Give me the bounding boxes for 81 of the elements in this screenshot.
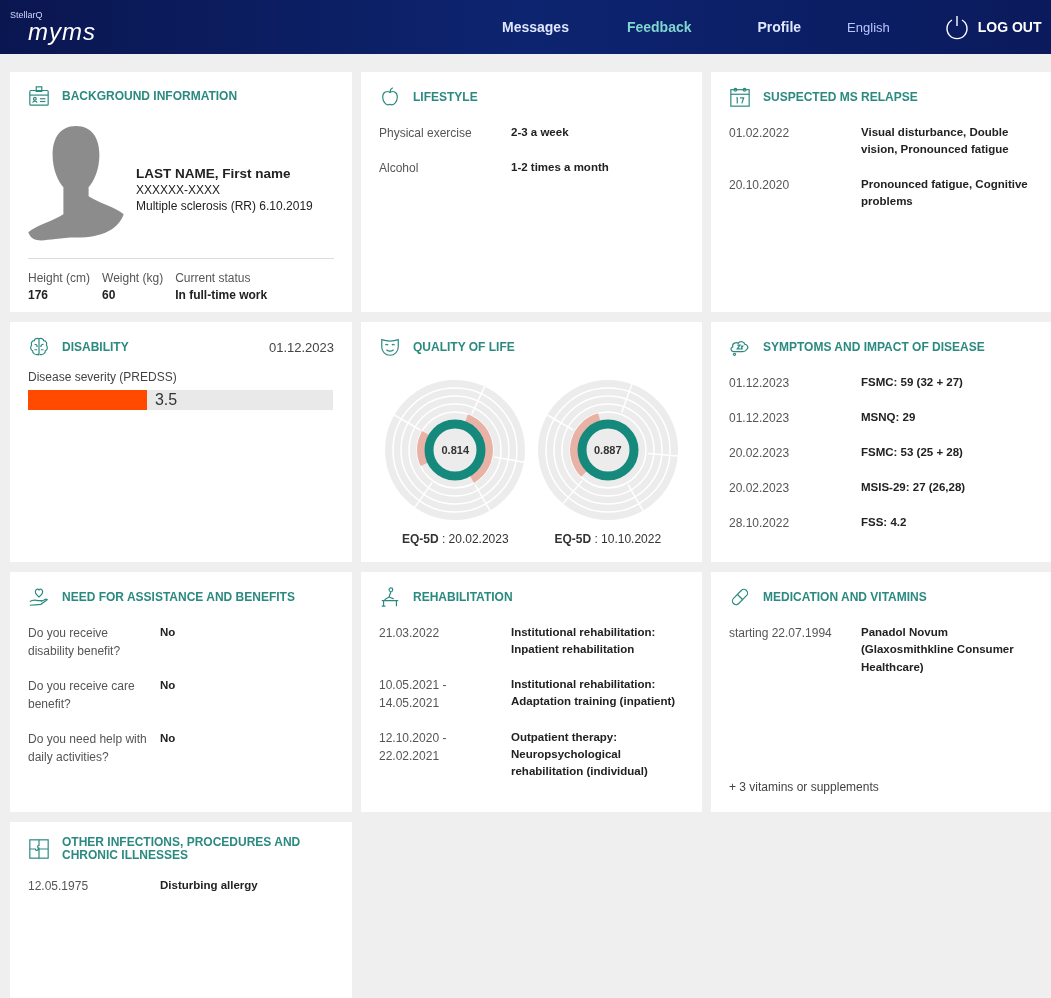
dimension-segment — [417, 431, 430, 467]
row-value: FSS: 4.2 — [861, 515, 908, 530]
row-value: 2-3 a week — [511, 125, 570, 140]
hand-heart-icon — [28, 586, 50, 608]
calendar-icon — [729, 86, 751, 108]
row-label: 28.10.2022 — [729, 515, 791, 532]
brand-small: StellarQ — [10, 10, 44, 20]
card-title: BACKGROUND INFORMATION — [62, 89, 239, 103]
row-label: 12.10.2020 - 22.02.2021 — [379, 729, 448, 765]
apple-icon — [379, 86, 401, 108]
bar-label: Disease severity (PREDSS) — [28, 370, 178, 384]
card-title: DISABILITY — [62, 340, 130, 354]
row-label: Do you need help with daily activities? — [28, 731, 148, 766]
chart-caption: EQ-5D : 20.02.2023 — [401, 532, 509, 546]
row-label: 01.12.2023 — [729, 410, 791, 427]
row-label: 10.05.2021 - 14.05.2021 — [379, 676, 448, 712]
capsule-icon — [729, 586, 751, 608]
supplements-note: + 3 vitamins or supplements — [729, 780, 880, 796]
row-label: Do you receive disability benefit? — [28, 625, 122, 660]
exercise-person-icon — [379, 586, 401, 608]
row-value: FSMC: 59 (32 + 27) — [861, 375, 964, 390]
language-link[interactable]: English — [847, 19, 890, 35]
score-value: 0.887 — [594, 444, 622, 456]
card-title: NEED FOR ASSISTANCE AND BENEFITS — [62, 590, 296, 604]
id-card-icon — [28, 85, 50, 107]
stat-value: In full-time work — [175, 288, 268, 302]
row-value: Disturbing allergy — [160, 878, 259, 894]
stat-value: 176 — [28, 288, 50, 302]
row-label: 20.10.2020 — [729, 176, 791, 194]
row-value: FSMC: 53 (25 + 28) — [861, 445, 964, 460]
stat-label: Current status — [175, 271, 252, 285]
row-label: 01.12.2023 — [729, 375, 791, 392]
card-date: 01.12.2023 — [268, 339, 334, 355]
row-value: Visual disturbance, Double vision, Pronounced fatigue — [861, 125, 1010, 158]
card-title: QUALITY OF LIFE — [413, 340, 516, 354]
stat-label: Height (cm) — [28, 271, 90, 285]
row-value: Institutional rehabilitation: Adaptation training (inpatient) — [511, 676, 677, 709]
nav-link[interactable]: Profile — [757, 19, 802, 35]
row-value: MSNQ: 29 — [861, 410, 917, 425]
score-ring — [424, 419, 486, 481]
score-ring — [577, 419, 639, 481]
stat-value: 60 — [102, 288, 117, 302]
row-label: Physical exercise — [379, 125, 473, 142]
row-value: Panadol Novum (Glaxosmithkline Consumer Healthcare) — [861, 625, 1015, 675]
row-value: 1-2 times a month — [511, 160, 610, 175]
row-value: Pronounced fatigue, Cognitive problems — [861, 176, 1029, 209]
row-value: Institutional rehabilitation: Inpatient rehabilitation — [511, 625, 657, 658]
card-title: LIFESTYLE — [413, 90, 479, 104]
row-value: MSIS-29: 27 (26,28) — [861, 480, 967, 495]
puzzle-icon — [28, 837, 50, 860]
row-value: No — [160, 625, 177, 640]
row-label: 12.05.1975 — [28, 878, 90, 896]
row-label: 20.02.2023 — [729, 480, 791, 497]
chart-caption: EQ-5D : 10.10.2022 — [554, 532, 662, 546]
nav-link[interactable]: Messages — [502, 19, 569, 35]
logout-link[interactable]: LOG OUT — [977, 19, 1042, 35]
row-value: No — [160, 678, 177, 693]
power-icon[interactable] — [943, 14, 970, 40]
brain-icon — [28, 336, 50, 358]
card-title: OTHER INFECTIONS, PROCEDURES AND CHRONIC ILLNESSES — [62, 836, 302, 862]
diagnosis-text: Multiple sclerosis (RR) 6.10.2019 — [136, 198, 313, 213]
card-title: REHABILITATION — [413, 590, 514, 604]
score-value: 0.814 — [441, 444, 469, 456]
brand-logo: myms — [28, 19, 97, 44]
row-label: Do you receive care benefit? — [28, 678, 136, 713]
smiling-mask-icon — [379, 336, 401, 358]
row-label: 01.02.2022 — [729, 125, 791, 142]
row-value: Outpatient therapy: Neuropsychological rehabilitation (individual) — [511, 729, 649, 779]
card-title: SYMPTOMS AND IMPACT OF DISEASE — [763, 340, 986, 354]
row-label: starting 22.07.1994 — [729, 625, 833, 642]
row-label: 21.03.2022 — [379, 625, 441, 642]
row-label: Alcohol — [379, 160, 420, 177]
patient-name: LAST NAME, First name — [136, 165, 292, 181]
row-value: No — [160, 731, 177, 746]
patient-id: XXXXXX-XXXX — [136, 182, 222, 197]
card-title: MEDICATION AND VITAMINS — [763, 590, 928, 604]
stat-label: Weight (kg) — [102, 271, 164, 285]
row-label: 20.02.2023 — [729, 445, 791, 462]
severity-reading: 3.5 — [154, 391, 178, 409]
nav-link[interactable]: Feedback — [626, 19, 692, 35]
card-title: SUSPECTED MS RELAPSE — [763, 90, 919, 104]
